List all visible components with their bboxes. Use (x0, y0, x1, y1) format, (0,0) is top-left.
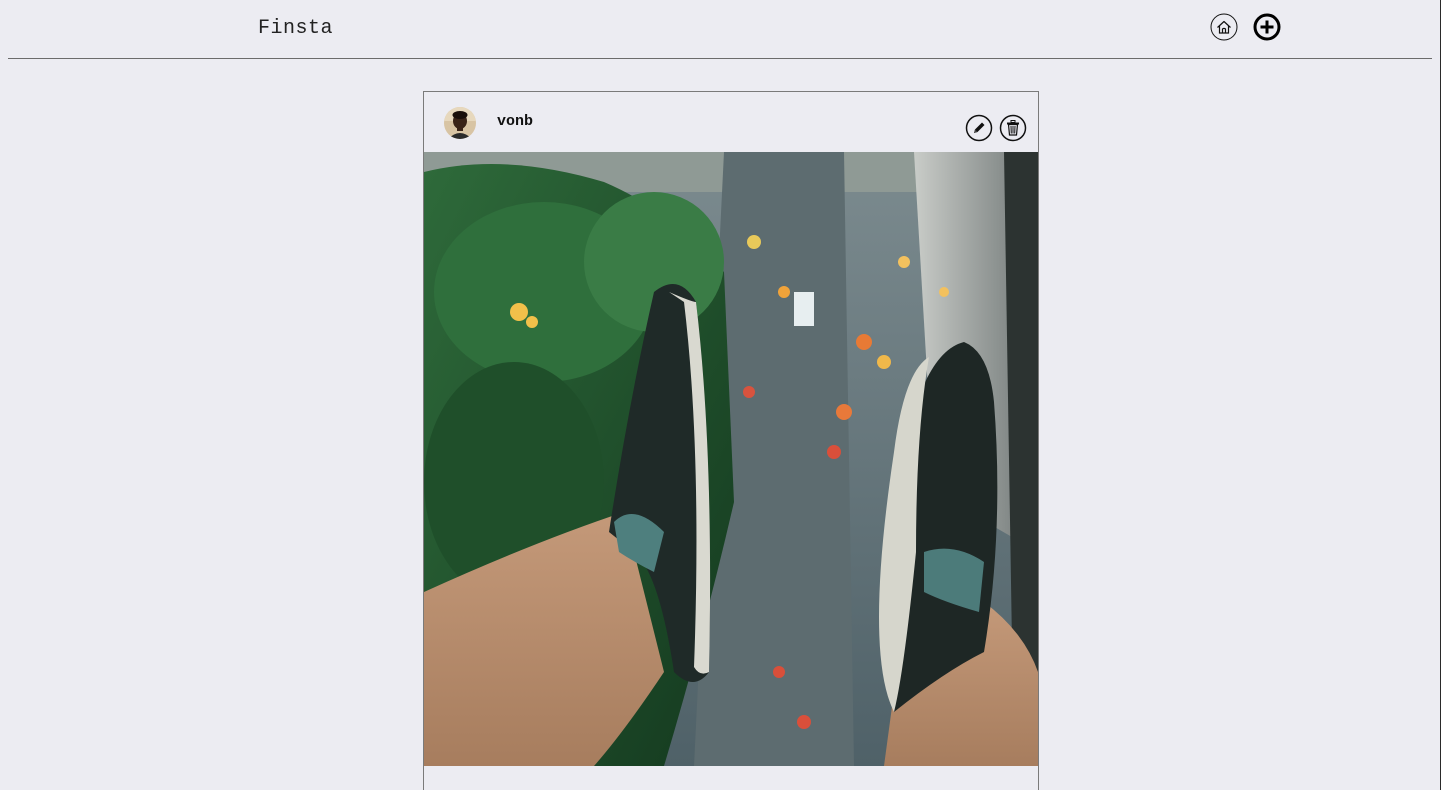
avatar[interactable] (444, 107, 476, 139)
home-icon[interactable] (1210, 13, 1238, 41)
top-navbar: Finsta (8, 0, 1432, 59)
post-header: vonb (424, 92, 1038, 152)
post-card: vonb (423, 91, 1039, 790)
trash-icon[interactable] (999, 114, 1027, 142)
post-username[interactable]: vonb (497, 113, 533, 130)
new-post-plus-icon[interactable] (1253, 13, 1281, 41)
page: Finsta vonb (0, 0, 1441, 790)
brand-logo[interactable]: Finsta (258, 17, 333, 40)
post-photo[interactable] (424, 152, 1038, 766)
pencil-icon[interactable] (965, 114, 993, 142)
